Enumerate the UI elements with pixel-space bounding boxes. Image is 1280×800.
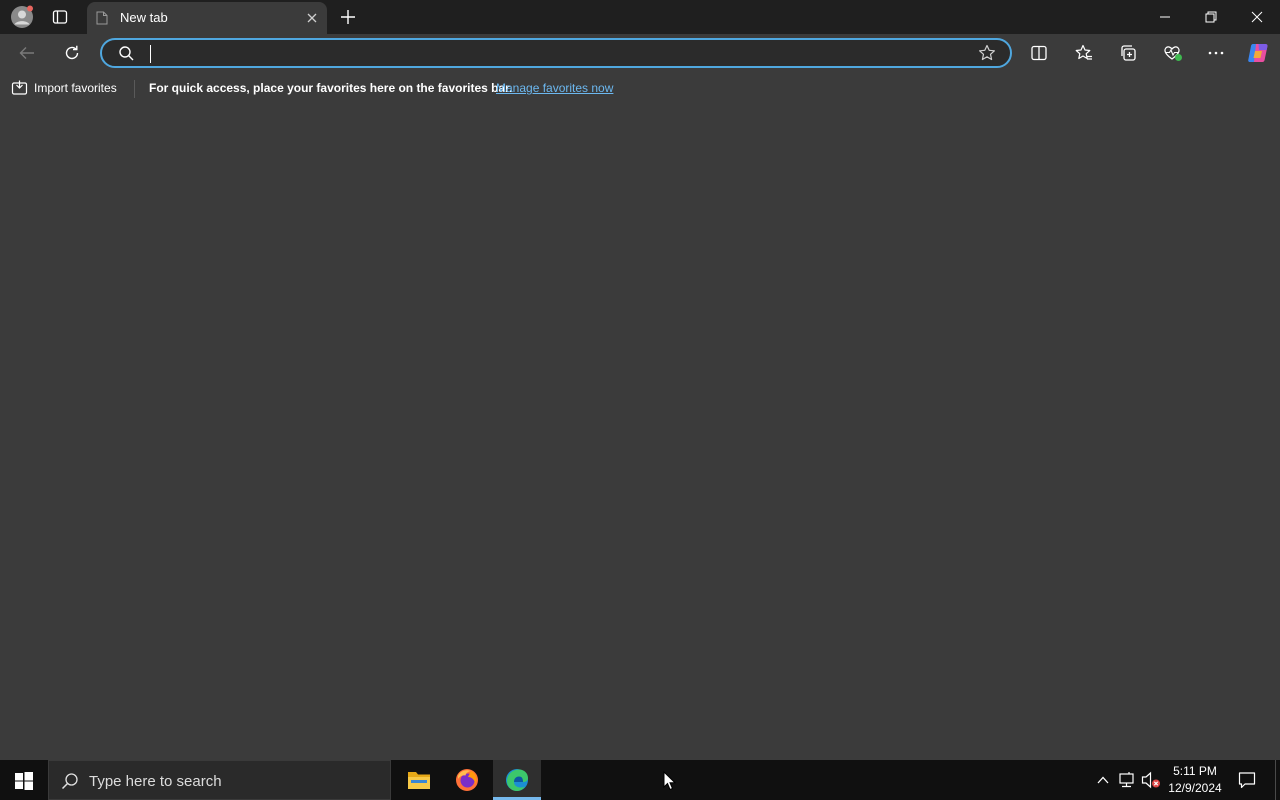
taskbar: Type here to search 5:11 PM 12/9/2024 bbox=[0, 760, 1280, 800]
settings-more-button[interactable] bbox=[1207, 44, 1225, 62]
close-window-button[interactable] bbox=[1250, 10, 1264, 24]
tab-new-tab[interactable]: New tab bbox=[87, 2, 327, 34]
browser-essentials-button[interactable] bbox=[1163, 44, 1183, 62]
edge-icon bbox=[505, 768, 529, 792]
profile-avatar[interactable] bbox=[10, 5, 34, 29]
address-input[interactable] bbox=[148, 44, 968, 64]
close-tab-button[interactable] bbox=[305, 11, 319, 25]
more-dots-icon bbox=[1208, 51, 1224, 55]
import-favorites-button[interactable] bbox=[11, 80, 29, 96]
favorites-star-icon bbox=[1075, 44, 1092, 60]
volume-button[interactable] bbox=[1141, 771, 1161, 789]
toolbar bbox=[0, 34, 1280, 72]
refresh-button[interactable] bbox=[63, 44, 81, 62]
title-bar: New tab bbox=[0, 0, 1280, 34]
close-icon bbox=[307, 13, 317, 23]
star-icon bbox=[979, 44, 995, 61]
mouse-cursor bbox=[663, 771, 677, 791]
search-icon bbox=[61, 772, 79, 790]
favorites-bar: Import favorites For quick access, place… bbox=[0, 72, 1280, 104]
minimize-icon bbox=[1160, 16, 1170, 18]
taskbar-search[interactable]: Type here to search bbox=[48, 760, 391, 800]
address-bar[interactable] bbox=[100, 38, 1012, 68]
copilot-icon bbox=[1248, 44, 1268, 62]
import-icon bbox=[11, 80, 28, 95]
copilot-button[interactable] bbox=[1246, 41, 1270, 65]
profile-icon bbox=[11, 5, 33, 28]
action-center-button[interactable] bbox=[1238, 771, 1256, 789]
minimize-button[interactable] bbox=[1158, 10, 1172, 24]
firefox-taskbar-button[interactable] bbox=[455, 768, 479, 792]
show-hidden-icons-button[interactable] bbox=[1096, 774, 1110, 786]
clock-date: 12/9/2024 bbox=[1168, 781, 1222, 795]
network-icon bbox=[1119, 772, 1134, 788]
taskbar-search-placeholder: Type here to search bbox=[89, 773, 222, 790]
split-screen-icon bbox=[1031, 45, 1047, 61]
heart-pulse-icon bbox=[1164, 46, 1182, 61]
tab-actions-button[interactable] bbox=[52, 9, 68, 25]
network-button[interactable] bbox=[1118, 771, 1136, 789]
back-arrow-icon bbox=[19, 47, 34, 59]
refresh-icon bbox=[65, 45, 79, 60]
tab-title: New tab bbox=[120, 10, 168, 25]
cursor-icon bbox=[663, 771, 677, 791]
chevron-up-icon bbox=[1097, 776, 1109, 784]
show-desktop-button[interactable] bbox=[1275, 760, 1276, 800]
back-button[interactable] bbox=[18, 44, 36, 62]
page-content bbox=[0, 104, 1280, 760]
favorites-bar-message: For quick access, place your favorites h… bbox=[149, 81, 513, 95]
start-button[interactable] bbox=[15, 772, 33, 790]
manage-favorites-link[interactable]: Manage favorites now bbox=[496, 81, 613, 95]
page-icon bbox=[96, 11, 108, 25]
windows-logo-icon bbox=[15, 772, 33, 790]
notification-icon bbox=[1238, 772, 1256, 789]
close-icon bbox=[1251, 11, 1263, 23]
edge-taskbar-button[interactable] bbox=[493, 760, 541, 800]
restore-icon bbox=[1205, 11, 1217, 23]
plus-icon bbox=[341, 10, 355, 24]
vertical-tabs-icon bbox=[52, 10, 68, 24]
import-favorites-label[interactable]: Import favorites bbox=[34, 81, 117, 95]
restore-button[interactable] bbox=[1204, 10, 1218, 24]
file-explorer-taskbar-button[interactable] bbox=[407, 769, 431, 791]
clock-time: 5:11 PM bbox=[1173, 764, 1217, 778]
collections-icon bbox=[1121, 45, 1136, 61]
text-caret bbox=[150, 45, 151, 63]
folder-icon bbox=[408, 772, 430, 789]
firefox-icon bbox=[456, 769, 478, 791]
add-favorite-button[interactable] bbox=[978, 44, 996, 62]
volume-muted-icon bbox=[1141, 771, 1160, 789]
search-icon bbox=[118, 45, 134, 61]
split-screen-button[interactable] bbox=[1030, 44, 1048, 62]
favorites-divider bbox=[134, 80, 135, 98]
collections-button[interactable] bbox=[1119, 44, 1137, 62]
new-tab-button[interactable] bbox=[340, 9, 356, 25]
clock[interactable]: 5:11 PM 12/9/2024 bbox=[1164, 760, 1226, 800]
favorites-button[interactable] bbox=[1075, 44, 1093, 62]
